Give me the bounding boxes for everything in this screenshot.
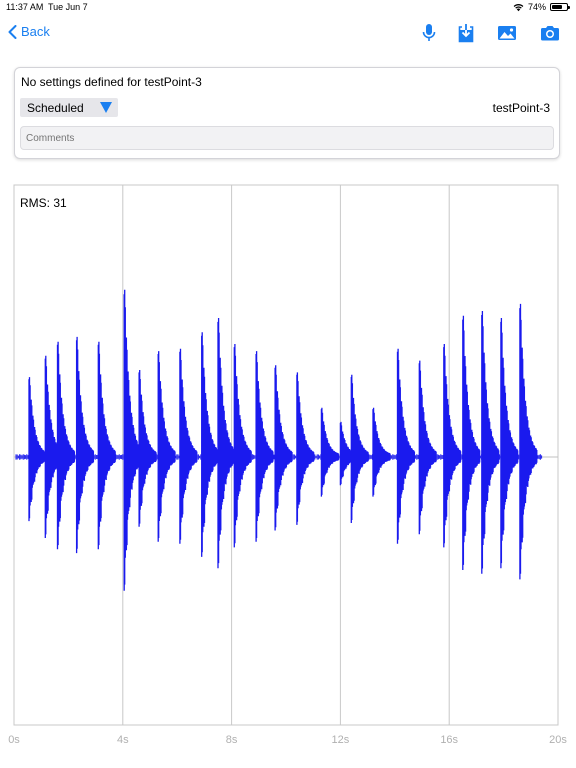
waveform-burst xyxy=(179,348,198,544)
settings-message: No settings defined for testPoint-3 xyxy=(21,75,202,89)
status-date: Tue Jun 7 xyxy=(48,2,88,12)
x-tick-label: 0s xyxy=(8,734,20,746)
waveform-burst xyxy=(350,374,369,523)
waveform-burst xyxy=(418,360,437,535)
x-tick-label: 20s xyxy=(549,734,567,746)
navigation-bar: Back xyxy=(0,18,576,48)
waveform-burst xyxy=(396,348,416,544)
x-tick-label: 12s xyxy=(332,734,350,746)
wifi-icon xyxy=(513,3,524,11)
waveform-burst xyxy=(296,372,315,525)
status-bar: 11:37 AM Tue Jun 7 74% xyxy=(0,0,576,16)
triangle-down-icon xyxy=(100,102,112,113)
point-name: testPoint-3 xyxy=(492,101,550,115)
microphone-icon[interactable] xyxy=(418,22,440,44)
battery-icon xyxy=(550,3,570,11)
waveform-burst xyxy=(255,351,274,542)
status-time: 11:37 AM xyxy=(6,2,44,12)
waveform-burst xyxy=(56,341,76,550)
waveform-burst xyxy=(28,377,47,522)
waveform-burst xyxy=(320,407,339,497)
waveform-burst xyxy=(443,344,462,548)
comments-input[interactable] xyxy=(20,126,554,150)
back-label: Back xyxy=(21,24,50,39)
waveform-burst xyxy=(233,344,252,548)
settings-card: No settings defined for testPoint-3 Sche… xyxy=(14,67,560,159)
battery-level xyxy=(552,5,562,9)
waveform-burst xyxy=(217,318,236,569)
waveform-burst xyxy=(481,311,500,574)
waveform-burst xyxy=(274,365,293,531)
waveform-burst xyxy=(519,303,538,580)
waveform-burst xyxy=(157,351,176,542)
x-tick-label: 8s xyxy=(226,734,238,746)
chevron-left-icon xyxy=(8,24,17,39)
rms-label: RMS: 31 xyxy=(20,196,67,210)
back-button[interactable]: Back xyxy=(8,24,50,39)
waveform-burst xyxy=(97,341,116,550)
mode-label: Scheduled xyxy=(27,101,84,115)
waveform-burst xyxy=(201,332,220,557)
waveform-burst xyxy=(462,315,481,570)
waveform-chart: 0s 4s 8s 12s 16s 20s RMS: 31 xyxy=(0,178,576,758)
x-tick-label: 4s xyxy=(117,734,129,746)
waveform-plot: 0s 4s 8s 12s 16s 20s xyxy=(8,184,567,746)
waveform-burst xyxy=(372,407,391,497)
download-icon[interactable] xyxy=(455,22,477,44)
waveform-burst xyxy=(500,318,519,569)
x-tick-label: 16s xyxy=(440,734,458,746)
waveform-burst xyxy=(75,336,95,554)
mode-dropdown[interactable]: Scheduled xyxy=(20,98,118,117)
photo-icon[interactable] xyxy=(496,22,518,44)
battery-percent: 74% xyxy=(527,2,546,12)
camera-icon[interactable] xyxy=(539,22,561,44)
waveform-burst xyxy=(138,370,157,527)
